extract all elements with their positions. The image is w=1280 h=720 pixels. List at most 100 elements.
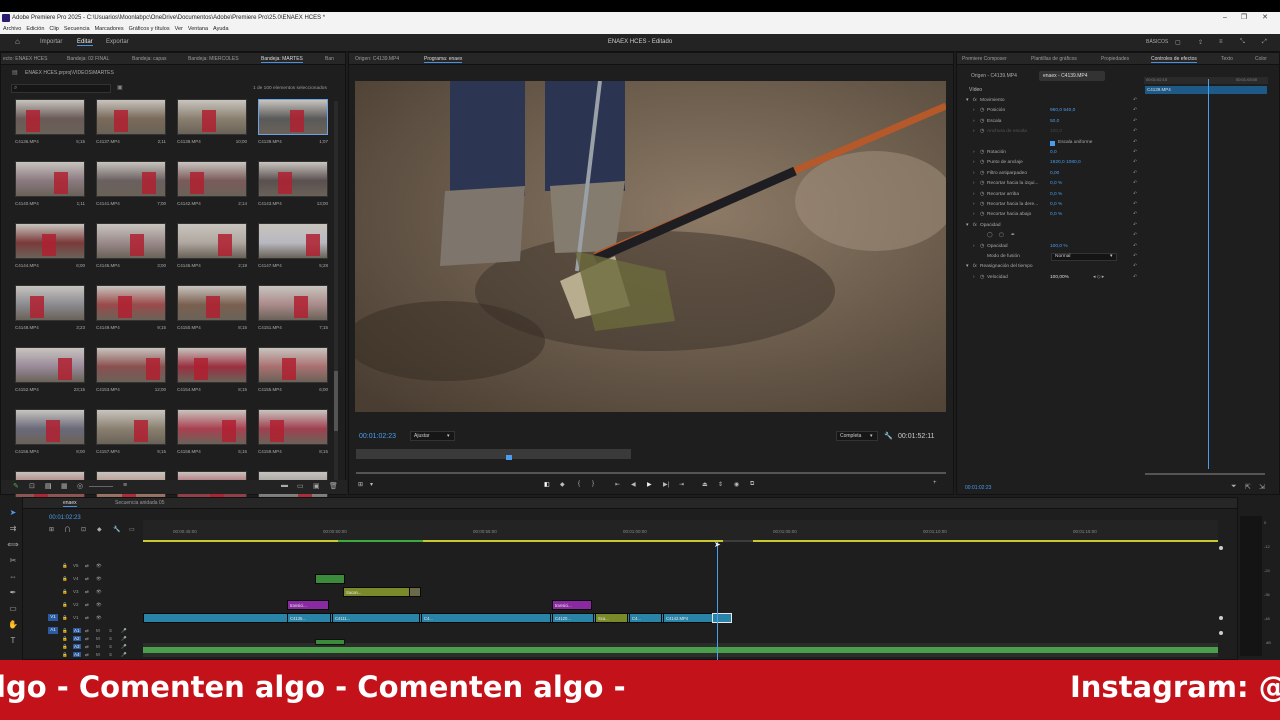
sync-lock-icon[interactable]: ⇄ [85,563,89,569]
timeline-scrollbar[interactable] [1219,546,1223,656]
timeline-clip[interactable] [409,587,421,597]
icon-view-icon[interactable]: ▦ [61,482,68,490]
pen-tool-icon[interactable]: ✒ [7,588,19,600]
stopwatch-icon[interactable]: ◷ [980,244,984,249]
reset-parameter-icon[interactable]: ↶ [1133,243,1137,249]
clip-thumbnail[interactable] [258,409,328,445]
sync-lock-icon[interactable]: ⇄ [85,602,89,608]
workspace-label[interactable]: BÁSICOS [1146,39,1168,45]
disclosure-triangle-icon[interactable]: › [973,275,975,280]
timeline-clip[interactable]: C4... [629,613,662,623]
rectangle-mask-icon[interactable]: ▢ [999,233,1004,238]
effects-clip-bar[interactable]: C4139.MP4 [1145,86,1267,94]
timeline-playhead[interactable] [717,542,718,660]
clip-thumbnail[interactable] [258,99,328,135]
tab-bandeja-miercoles[interactable]: Bandeja: MIERCOLES [188,56,239,62]
razor-tool-icon[interactable]: ✂ [7,556,19,568]
project-scrollbar[interactable] [334,101,338,481]
solo-icon[interactable]: S [109,644,112,649]
reset-parameter-icon[interactable]: ↶ [1133,118,1137,124]
snap-icon[interactable]: ◧ [544,481,550,488]
sync-lock-icon[interactable]: ⇄ [85,644,89,650]
stopwatch-icon[interactable]: ◷ [980,150,984,155]
reset-parameter-icon[interactable]: ↶ [1133,211,1137,217]
clip-thumbnail[interactable] [96,99,166,135]
tab-propiedades[interactable]: Propiedades [1101,56,1129,62]
track-lock-icon[interactable]: 🔒 [62,628,68,634]
disclosure-triangle-icon[interactable]: › [973,119,975,124]
stopwatch-icon[interactable]: ◷ [980,160,984,165]
captions-icon[interactable]: ▭ [129,526,135,533]
track-lock-icon[interactable]: 🔒 [62,644,68,650]
disclosure-triangle-icon[interactable]: ▾ [966,264,968,269]
marker-settings-icon[interactable]: ⊞ [358,481,363,488]
quality-dropdown[interactable]: Completa ▾ [836,431,878,441]
effect-property-value[interactable]: 0,00 [1050,171,1059,176]
timeline-clip[interactable]: C4142.MP4 [663,613,714,623]
stopwatch-icon[interactable]: ◷ [980,171,984,176]
snap-timeline-icon[interactable]: ⋂ [65,526,70,533]
clip-thumbnail[interactable] [15,285,85,321]
go-to-out-icon[interactable]: ⇥ [679,481,684,488]
disclosure-triangle-icon[interactable]: › [973,192,975,197]
tab-controles-efectos[interactable]: Controles de efectos [1151,56,1197,63]
timeline-clip[interactable]: Sca... [595,613,628,623]
tab-programa[interactable]: Programa: enaex [424,56,463,63]
menu-item-5[interactable]: Gráficos y títulos [129,26,170,32]
solo-icon[interactable]: S [109,628,112,633]
maximize-button[interactable]: ❐ [1235,12,1253,24]
lock-icon[interactable]: ⊡ [29,482,35,490]
stopwatch-icon[interactable]: ◷ [980,275,984,280]
timeline-clip[interactable]: Sacan... [343,587,413,597]
lift-icon[interactable]: ⏏ [702,481,708,488]
eye-icon[interactable]: 👁 [96,602,102,608]
tab-color[interactable]: Color [1255,56,1267,62]
timeline-clip[interactable]: C4120... [552,613,594,623]
disclosure-triangle-icon[interactable]: › [973,202,975,207]
filter-icon[interactable]: ⏷ [1231,483,1237,491]
chevron-down-icon[interactable]: ▾ [370,481,373,488]
sort-icon[interactable]: ≡ [123,482,127,489]
effect-property-value[interactable]: 100,0 % [1050,244,1068,249]
clip-thumbnail[interactable] [177,285,247,321]
clip-thumbnail[interactable] [96,223,166,259]
uniform-scale-checkbox[interactable] [1050,140,1055,146]
effect-property-value[interactable]: 100,00% [1050,275,1069,280]
track-name[interactable]: A4 [73,652,81,657]
menu-item-8[interactable]: Ayuda [213,26,229,32]
reset-parameter-icon[interactable]: ↶ [1133,159,1137,165]
keyframe-nav-icon[interactable]: ◂ ◇ ▸ [1093,275,1104,280]
effect-property-value[interactable]: 1920,0 1080,0 [1050,160,1081,165]
track-name[interactable]: V2 [73,602,79,607]
selection-tool-icon[interactable]: ➤ [7,508,19,520]
go-to-in-icon[interactable]: ⇤ [615,481,620,488]
stopwatch-icon[interactable]: ◷ [980,129,984,134]
subtab-secuencia[interactable]: enaex - C4139.MP4 [1039,71,1105,81]
stopwatch-icon[interactable]: ◷ [980,119,984,124]
step-back-icon[interactable]: ◀ [631,481,636,488]
new-bin-footer-icon[interactable]: ▣ [313,482,320,490]
timeline-clip[interactable] [712,613,732,623]
menu-item-1[interactable]: Edición [26,26,44,32]
timeline-ruler[interactable]: 00:00:45:00 00:00:50:00 00:00:55:00 00:01:0… [143,520,1218,540]
source-patch-a1[interactable]: A1 [48,627,58,634]
effect-property-value[interactable]: 50,0 [1050,119,1059,124]
menu-item-2[interactable]: Clip [49,26,58,32]
disclosure-triangle-icon[interactable]: › [973,244,975,249]
clip-thumbnail[interactable] [15,99,85,135]
disclosure-triangle-icon[interactable]: ▾ [966,223,968,228]
clip-thumbnail[interactable] [258,347,328,383]
export-frame-icon[interactable]: ◉ [734,481,739,488]
disclosure-triangle-icon[interactable]: › [973,171,975,176]
rectangle-tool-icon[interactable]: ▭ [7,604,19,616]
add-marker-icon[interactable]: ◆ [560,481,565,488]
effect-property-value[interactable]: 0,0 % [1050,192,1062,197]
menu-item-6[interactable]: Ver [175,26,183,32]
mark-in-icon[interactable]: { [578,481,580,487]
sync-lock-icon[interactable]: ⇄ [85,615,89,621]
reset-parameter-icon[interactable]: ↶ [1133,232,1137,238]
reset-parameter-icon[interactable]: ↶ [1133,139,1137,145]
sync-lock-icon[interactable]: ⇄ [85,628,89,634]
slip-tool-icon[interactable]: ⇔ [7,572,19,584]
comparison-view-icon[interactable]: ⧉ [750,481,754,488]
